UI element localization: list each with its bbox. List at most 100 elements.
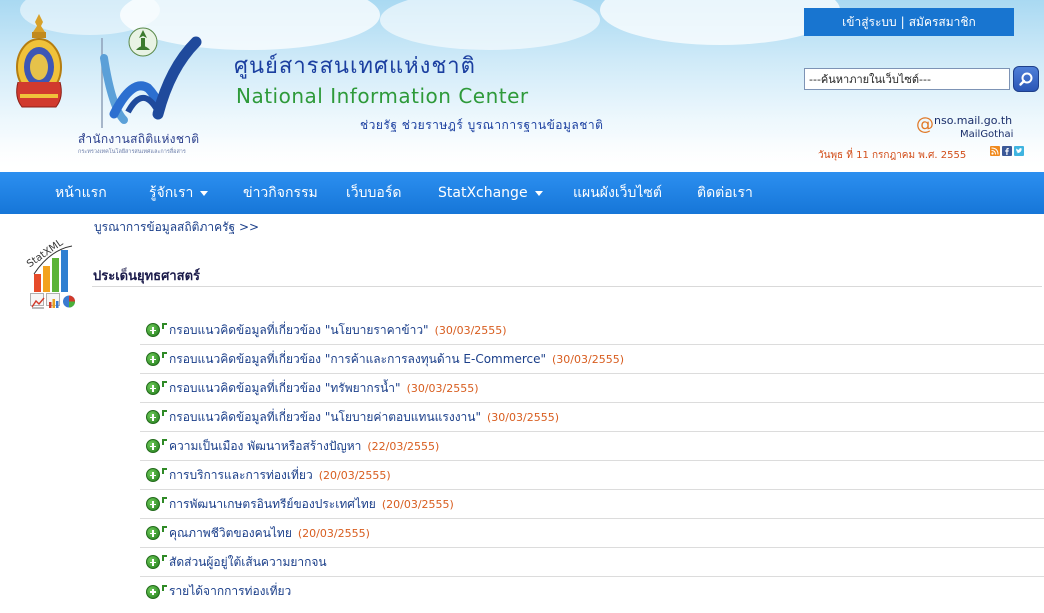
flag-icon [162, 410, 167, 416]
center-title-th: ศูนย์สารสนเทศแห่งชาติ [234, 54, 476, 79]
flag-icon [162, 352, 167, 358]
nav-item-label: StatXchange [438, 185, 528, 201]
flag-icon [162, 323, 167, 329]
list-item-title[interactable]: การบริการและการท่องเที่ยว [169, 466, 313, 485]
flag-icon [162, 555, 167, 561]
list-item-title[interactable]: ความเป็นเมือง พัฒนาหรือสร้างปัญหา [169, 437, 361, 456]
agency-subtitle: กระทรวงเทคโนโลยีสารสนเทศและการสื่อสาร [78, 149, 186, 155]
list-item-date: (30/03/2555) [552, 352, 624, 366]
breadcrumb[interactable]: บูรณาการข้อมูลสถิติภาครัฐ >> [94, 218, 259, 237]
flag-icon [162, 439, 167, 445]
flag-icon [162, 497, 167, 503]
nav-item-label: หน้าแรก [55, 185, 107, 201]
flag-icon [162, 468, 167, 474]
center-title-en: National Information Center [236, 84, 529, 108]
list-item-date: (30/03/2555) [406, 381, 479, 395]
list-item[interactable]: การบริการและการท่องเที่ยว (20/03/2555) [140, 461, 1044, 490]
login-link[interactable]: เข้าสู่ระบบ [842, 13, 897, 32]
topic-list: กรอบแนวคิดข้อมูลที่เกี่ยวข้อง "นโยบายราค… [140, 316, 1044, 606]
nav-item-contact[interactable]: ติดต่อเรา [697, 172, 753, 214]
list-item[interactable]: รายได้จากการท่องเที่ยว [140, 577, 1044, 606]
search-icon [1019, 72, 1033, 86]
twitter-icon[interactable] [1014, 146, 1024, 156]
mail-link[interactable]: @ nso.mail.go.th MailGothai [916, 112, 1040, 146]
list-item-title[interactable]: กรอบแนวคิดข้อมูลที่เกี่ยวข้อง "นโยบายราค… [169, 321, 429, 340]
mail-domain: nso.mail.go.th [934, 114, 1013, 127]
nso-logo-icon [100, 36, 202, 128]
pie-chart-icon[interactable] [62, 293, 76, 308]
current-date: วันพุธ ที่ 11 กรกฎาคม พ.ศ. 2555 [818, 150, 967, 161]
list-item-date: (30/03/2555) [487, 410, 559, 424]
site-header: สำนักงานสถิติแห่งชาติ กระทรวงเทคโนโลยีสา… [0, 0, 1044, 172]
flag-icon [162, 584, 167, 591]
chart-type-icons [30, 293, 76, 309]
site-search-input[interactable] [804, 68, 1010, 90]
list-item-date: (30/03/2555) [434, 323, 507, 337]
list-item-title[interactable]: กรอบแนวคิดข้อมูลที่เกี่ยวข้อง "ทรัพยากรน… [169, 379, 401, 398]
center-slogan: ช่วยรัฐ ช่วยราษฎร์ บูรณาการฐานข้อมูลชาติ [360, 118, 604, 132]
plus-circle-icon [146, 439, 160, 453]
plus-circle-icon [146, 584, 160, 599]
list-item[interactable]: กรอบแนวคิดข้อมูลที่เกี่ยวข้อง "นโยบายค่า… [140, 403, 1044, 432]
nav-item-label: รู้จักเรา [149, 185, 194, 201]
login-separator: | [900, 15, 905, 29]
list-item[interactable]: กรอบแนวคิดข้อมูลที่เกี่ยวข้อง "นโยบายราค… [140, 316, 1044, 345]
list-item-title[interactable]: สัดส่วนผู้อยู่ใต้เส้นความยากจน [169, 553, 327, 572]
nav-item-label: เว็บบอร์ด [346, 185, 402, 201]
list-item-date: (20/03/2555) [318, 468, 391, 482]
social-icons [990, 146, 1024, 156]
bar-chart-icon[interactable] [46, 293, 60, 308]
list-item[interactable]: สัดส่วนผู้อยู่ใต้เส้นความยากจน [140, 548, 1044, 577]
nav-item-about[interactable]: รู้จักเรา [149, 172, 209, 214]
plus-circle-icon [146, 352, 160, 366]
plus-circle-icon [146, 526, 160, 540]
flag-icon [162, 526, 167, 532]
facebook-icon[interactable] [1002, 146, 1012, 156]
plus-circle-icon [146, 323, 160, 337]
mail-name: MailGothai [960, 129, 1014, 140]
nav-item-home[interactable]: หน้าแรก [55, 172, 107, 214]
list-item-date: (20/03/2555) [297, 526, 370, 540]
list-item-title[interactable]: คุณภาพชีวิตของคนไทย [169, 524, 292, 543]
nav-item-label: ข่าวกิจกรรม [243, 185, 318, 201]
statxml-logo-text: StatXML [25, 238, 66, 270]
nav-item-sitemap[interactable]: แผนผังเว็บไซต์ [573, 172, 662, 214]
list-item[interactable]: กรอบแนวคิดข้อมูลที่เกี่ยวข้อง "การค้าและ… [140, 345, 1044, 374]
list-item-title[interactable]: กรอบแนวคิดข้อมูลที่เกี่ยวข้อง "การค้าและ… [169, 350, 546, 369]
register-link[interactable]: สมัครสมาชิก [909, 13, 976, 32]
list-item-date: (22/03/2555) [367, 439, 440, 453]
agency-name: สำนักงานสถิติแห่งชาติ [78, 132, 200, 146]
chevron-down-icon [200, 190, 209, 196]
list-item-title[interactable]: กรอบแนวคิดข้อมูลที่เกี่ยวข้อง "นโยบายค่า… [169, 408, 481, 427]
plus-circle-icon [146, 410, 160, 424]
rss-icon[interactable] [990, 146, 1000, 156]
search-button[interactable] [1013, 66, 1039, 92]
flag-icon [162, 381, 167, 387]
section-divider [92, 286, 1042, 287]
main-navigation: หน้าแรก รู้จักเรา ข่าวกิจกรรม เว็บบอร์ด … [0, 172, 1044, 214]
nav-item-news[interactable]: ข่าวกิจกรรม [243, 172, 318, 214]
chevron-down-icon [534, 190, 543, 196]
nav-item-label: แผนผังเว็บไซต์ [573, 185, 663, 201]
nav-item-webboard[interactable]: เว็บบอร์ด [346, 172, 401, 214]
plus-circle-icon [146, 381, 160, 395]
list-item[interactable]: คุณภาพชีวิตของคนไทย (20/03/2555) [140, 519, 1044, 548]
plus-circle-icon [146, 497, 160, 511]
nav-item-label: ติดต่อเรา [697, 185, 753, 201]
list-item[interactable]: กรอบแนวคิดข้อมูลที่เกี่ยวข้อง "ทรัพยากรน… [140, 374, 1044, 403]
mail-at-icon: @ [916, 114, 934, 135]
line-chart-icon[interactable] [30, 293, 45, 309]
list-item-title[interactable]: การพัฒนาเกษตรอินทรีย์ของประเทศไทย [169, 495, 376, 514]
cloud-decoration [380, 0, 600, 50]
plus-circle-icon [146, 555, 160, 569]
list-item-date: (20/03/2555) [381, 497, 454, 511]
login-bar: เข้าสู่ระบบ | สมัครสมาชิก [804, 8, 1014, 36]
royal-seal-icon [16, 14, 62, 108]
statxml-logo-icon: StatXML [25, 238, 73, 292]
plus-circle-icon [146, 468, 160, 482]
list-item-title[interactable]: รายได้จากการท่องเที่ยว [169, 582, 291, 601]
list-item[interactable]: ความเป็นเมือง พัฒนาหรือสร้างปัญหา (22/03… [140, 432, 1044, 461]
nav-item-statxchange[interactable]: StatXchange [438, 172, 543, 214]
section-title: ประเด็นยุทธศาสตร์ [93, 269, 201, 284]
list-item[interactable]: การพัฒนาเกษตรอินทรีย์ของประเทศไทย (20/03… [140, 490, 1044, 519]
